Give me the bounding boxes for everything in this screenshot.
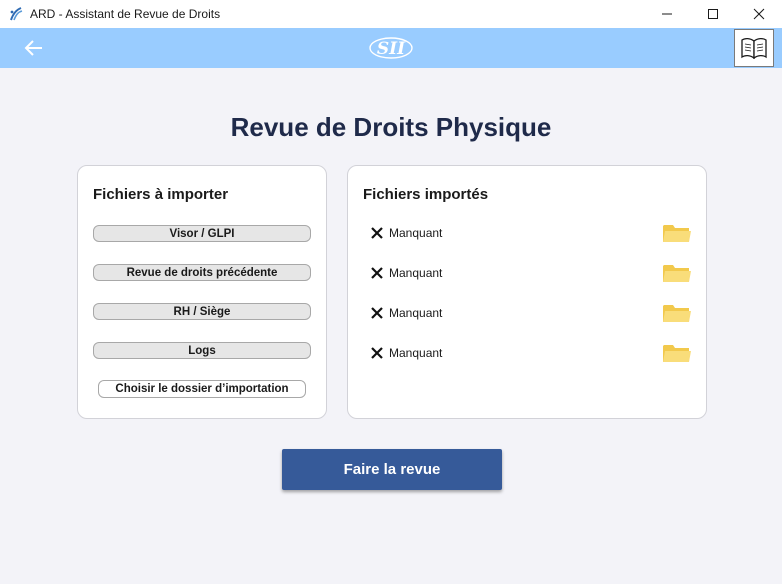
missing-x-icon xyxy=(371,347,383,359)
window-controls xyxy=(644,0,782,28)
file-status: Manquant xyxy=(389,346,443,360)
arrow-left-icon xyxy=(24,40,42,56)
import-card-heading: Fichiers à importer xyxy=(93,186,229,203)
missing-x-icon xyxy=(371,227,383,239)
file-status: Manquant xyxy=(389,306,443,320)
app-logo-icon xyxy=(10,7,23,21)
sii-logo: SII xyxy=(369,37,413,59)
app-header: SII xyxy=(0,28,782,68)
import-logs-button[interactable]: Logs xyxy=(93,342,311,359)
imported-file-row: Manquant xyxy=(370,341,692,365)
file-status: Manquant xyxy=(389,266,443,280)
window-title: ARD - Assistant de Revue de Droits xyxy=(30,7,221,21)
close-icon xyxy=(753,8,765,20)
imported-card-heading: Fichiers importés xyxy=(363,186,489,203)
file-status: Manquant xyxy=(389,226,443,240)
import-previous-review-button[interactable]: Revue de droits précédente xyxy=(93,264,311,281)
import-rh-siege-button[interactable]: RH / Siège xyxy=(93,303,311,320)
page-title: Revue de Droits Physique xyxy=(230,112,552,142)
run-review-button[interactable]: Faire la revue xyxy=(282,449,502,490)
maximize-button[interactable] xyxy=(690,0,736,28)
help-book-button[interactable] xyxy=(734,29,774,67)
minimize-button[interactable] xyxy=(644,0,690,28)
import-visor-glpi-button[interactable]: Visor / GLPI xyxy=(93,225,311,242)
svg-text:SII: SII xyxy=(377,39,406,59)
missing-x-icon xyxy=(371,267,383,279)
open-folder-icon[interactable] xyxy=(662,301,692,325)
missing-x-icon xyxy=(371,307,383,319)
title-bar: ARD - Assistant de Revue de Droits xyxy=(0,0,782,28)
open-folder-icon[interactable] xyxy=(662,221,692,245)
imported-file-row: Manquant xyxy=(370,261,692,285)
book-icon xyxy=(741,37,767,59)
open-folder-icon[interactable] xyxy=(662,341,692,365)
imported-files-card: Fichiers importés Manquant Manquant Manq… xyxy=(347,165,707,419)
open-folder-icon[interactable] xyxy=(662,261,692,285)
close-button[interactable] xyxy=(736,0,782,28)
imported-file-row: Manquant xyxy=(370,301,692,325)
back-button[interactable] xyxy=(20,36,48,60)
minimize-icon xyxy=(662,13,672,15)
imported-file-row: Manquant xyxy=(370,221,692,245)
choose-import-folder-button[interactable]: Choisir le dossier d’importation xyxy=(98,380,306,398)
import-files-card: Fichiers à importer Visor / GLPI Revue d… xyxy=(77,165,327,419)
maximize-icon xyxy=(708,9,718,19)
